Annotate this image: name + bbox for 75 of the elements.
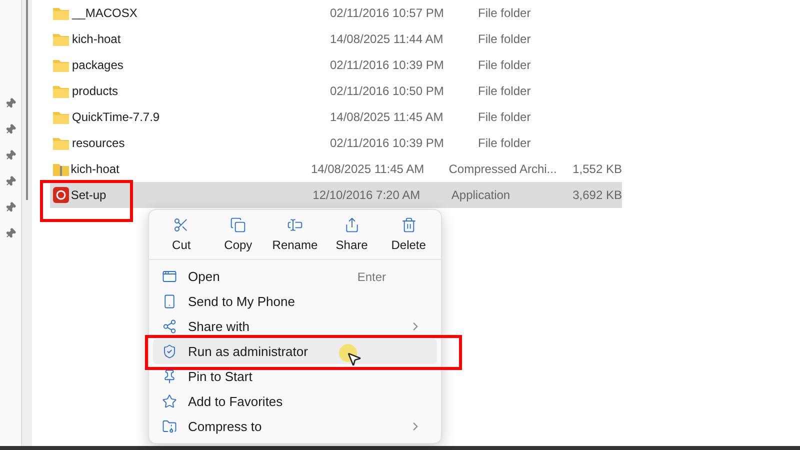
folder-icon [53,110,69,124]
scissors-icon [173,217,190,233]
menu-item-label: Compress to [188,418,262,436]
file-type: Application [451,187,512,204]
file-type: File folder [478,109,532,126]
mouse-pointer-icon [346,351,362,367]
file-row[interactable]: kich-hoat 14/08/2025 11:45 AM Compressed Archi... 1,552 KB [50,156,622,182]
file-row[interactable]: __MACOSX 02/11/2016 10:57 PM File folder [50,0,622,26]
file-type: File folder [478,135,532,152]
menu-item-label: Pin to Start [188,368,252,386]
folder-icon [53,32,69,46]
shortcut-text: Enter [357,268,386,286]
zip-folder-icon [53,162,69,176]
file-type: File folder [478,83,532,100]
folder-icon [53,58,69,72]
toolbar-action[interactable]: Copy [211,215,266,256]
file-date: 14/08/2025 11:44 AM [330,31,444,48]
file-row[interactable]: resources 02/11/2016 10:39 PM File folder [50,130,622,156]
toolbar-action[interactable]: Delete [382,215,436,256]
file-date: 14/08/2025 11:45 AM [310,161,426,178]
share-icon [344,217,360,233]
menu-item-label: Open [188,268,220,286]
file-date: 02/11/2016 10:50 PM [330,83,445,100]
file-row[interactable]: Set-up 12/10/2016 7:20 AM Application 3,692 KB [50,182,622,208]
window-icon [162,269,177,284]
file-name: kich-hoat [70,161,120,178]
toolbar-action[interactable]: Rename [268,215,322,256]
menu-item[interactable]: Add to Favorites [153,389,437,414]
star-icon [162,394,177,409]
folder-icon [53,136,69,150]
menu-item-label: Send to My Phone [188,292,295,311]
file-date: 12/10/2016 7:20 AM [312,187,422,204]
file-date: 14/08/2025 11:45 AM [330,109,444,126]
file-size: 3,692 KB [572,187,622,204]
menu-item[interactable]: Send to My Phone [153,289,437,314]
file-type: File folder [478,31,532,48]
file-name: resources [72,135,126,152]
toolbar-action[interactable]: Share [324,215,379,256]
file-name: QuickTime-7.7.9 [72,109,161,126]
toolbar-action[interactable]: Cut [154,215,208,256]
menu-item[interactable]: Open Enter [153,264,437,289]
file-name: packages [72,57,124,74]
menu-item[interactable]: Run as administrator [153,339,437,364]
file-size: 1,552 KB [572,161,622,178]
menu-item[interactable]: Share with [153,314,437,339]
file-type: File folder [478,5,532,22]
share-icon [162,319,177,334]
phone-icon [162,294,177,309]
file-date: 02/11/2016 10:57 PM [330,5,445,22]
file-date: 02/11/2016 10:39 PM [330,135,445,152]
file-name: __MACOSX [72,5,138,22]
file-row[interactable]: kich-hoat 14/08/2025 11:44 AM File folder [50,26,622,52]
file-name: kich-hoat [72,31,122,48]
app-icon [53,187,69,203]
folder-icon [53,6,69,20]
menu-item-label: Run as administrator [188,342,308,361]
file-row[interactable]: packages 02/11/2016 10:39 PM File folder [50,52,622,78]
file-name: Set-up [70,187,108,204]
pin-icon [162,369,177,384]
folder-icon [53,84,69,98]
rename-icon [286,217,303,233]
scrollbar[interactable] [22,0,32,446]
file-type: Compressed Archi... [448,161,557,178]
file-type: File folder [478,57,532,74]
file-row[interactable]: products 02/11/2016 10:50 PM File folder [50,78,622,104]
file-date: 02/11/2016 10:39 PM [330,57,445,74]
file-name: products [72,83,120,100]
menu-item-label: Add to Favorites [188,392,283,411]
trash-icon [400,217,417,233]
menu-item-label: Share with [188,318,250,336]
file-row[interactable]: QuickTime-7.7.9 14/08/2025 11:45 AM File folder [50,104,622,130]
zip-folder-icon [162,419,177,434]
shield-icon [162,344,177,359]
copy-icon [230,217,246,233]
menu-item[interactable]: Compress to [153,414,437,439]
